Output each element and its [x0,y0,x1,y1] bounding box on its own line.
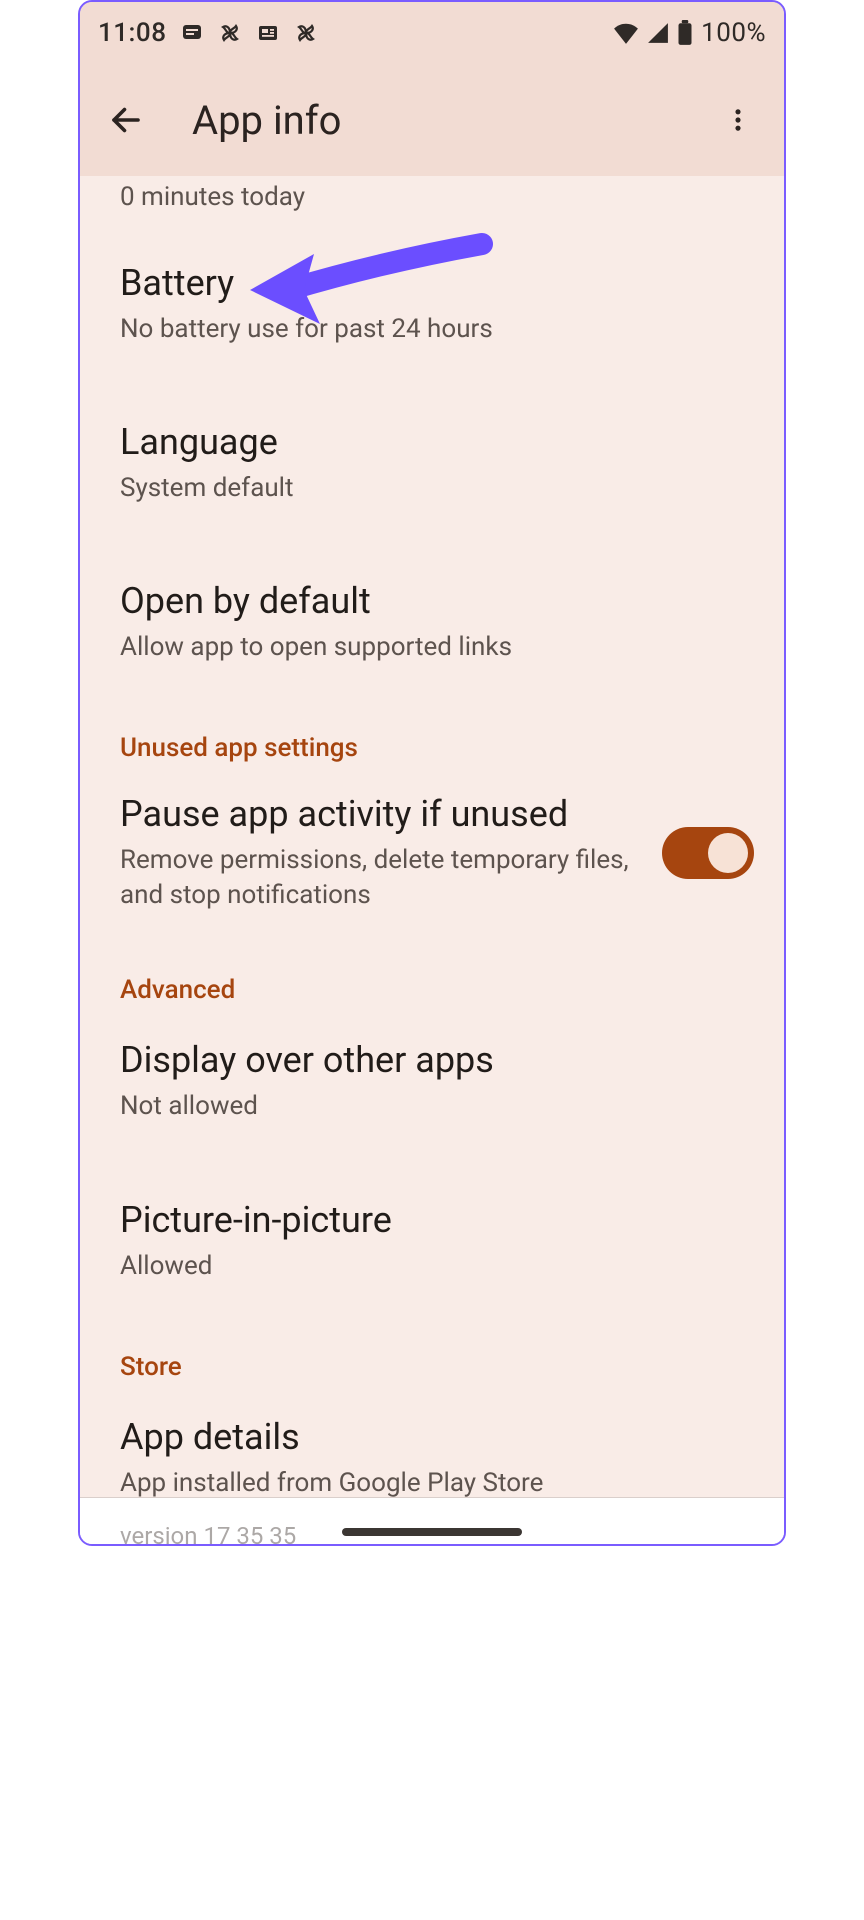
picture-in-picture-item[interactable]: Picture-in-picture Allowed [80,1155,784,1314]
gesture-nav-bar[interactable] [342,1528,522,1536]
language-subtitle: System default [120,471,744,506]
pinwheel-icon [218,21,242,45]
open-by-default-item[interactable]: Open by default Allow app to open suppor… [80,536,784,695]
battery-subtitle: No battery use for past 24 hours [120,312,744,347]
pause-app-subtitle: Remove permissions, delete temporary fil… [120,843,646,913]
settings-list[interactable]: 0 minutes today Battery No battery use f… [80,176,784,1546]
back-button[interactable] [98,92,154,148]
pinwheel-icon-2 [294,21,318,45]
toggle-thumb [708,833,748,873]
app-details-title: App details [120,1416,744,1458]
status-time: 11:08 [98,18,166,48]
open-by-default-subtitle: Allow app to open supported links [120,630,744,665]
open-by-default-title: Open by default [120,580,744,622]
battery-percent: 100% [701,18,766,48]
app-bar: App info [80,64,784,176]
app-details-subtitle: App installed from Google Play Store [120,1466,744,1501]
pip-subtitle: Allowed [120,1249,744,1284]
pause-app-toggle[interactable] [662,827,754,879]
display-over-apps-subtitle: Not allowed [120,1089,744,1124]
display-over-apps-item[interactable]: Display over other apps Not allowed [80,1011,784,1154]
screen-time-subtitle: 0 minutes today [80,176,784,234]
section-unused-app-settings: Unused app settings [80,695,784,769]
pause-app-title: Pause app activity if unused [120,793,646,835]
language-item[interactable]: Language System default [80,377,784,536]
display-over-apps-title: Display over other apps [120,1039,744,1081]
more-options-button[interactable] [710,92,766,148]
news-icon [256,21,280,45]
pip-title: Picture-in-picture [120,1199,744,1241]
battery-item[interactable]: Battery No battery use for past 24 hours [80,234,784,377]
more-vert-icon [724,106,752,134]
page-title: App info [192,97,710,144]
arrow-back-icon [108,102,144,138]
messages-icon [180,21,204,45]
language-title: Language [120,421,744,463]
cellular-icon [647,22,669,44]
version-cut-text: version 17 35 35 [80,1498,784,1544]
pause-app-activity-item[interactable]: Pause app activity if unused Remove perm… [80,769,784,937]
battery-title: Battery [120,262,744,304]
battery-icon [677,20,693,46]
section-advanced: Advanced [80,937,784,1011]
wifi-icon [613,22,639,44]
section-store: Store [80,1314,784,1388]
device-frame: 11:08 100% [78,0,786,1546]
status-bar: 11:08 100% [80,2,784,64]
